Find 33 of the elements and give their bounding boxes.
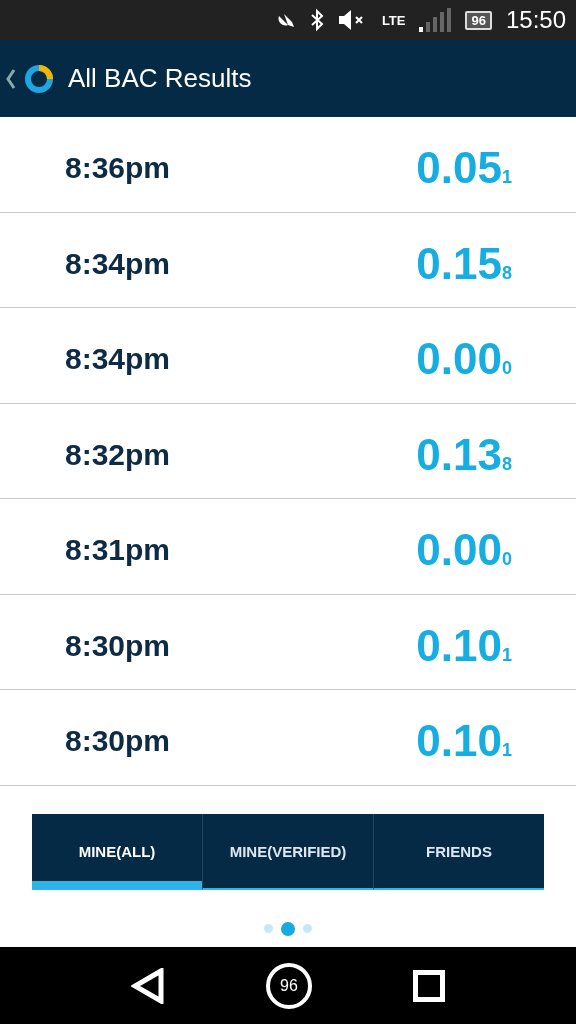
back-icon[interactable] (6, 67, 16, 90)
result-time: 8:31pm (65, 533, 171, 568)
battery-level: 96 (465, 10, 492, 30)
result-time: 8:32pm (65, 437, 171, 472)
network-type: LTE (381, 12, 406, 28)
bac-value: 0.101 (416, 716, 512, 767)
result-time: 8:34pm (65, 342, 171, 377)
clock: 15:50 (505, 6, 566, 34)
result-row[interactable]: 8:30pm 0.101 (0, 690, 576, 786)
bac-value: 0.051 (416, 143, 512, 194)
result-row[interactable]: 8:36pm 0.051 (0, 117, 576, 213)
result-row[interactable]: 8:31pm 0.000 (0, 499, 576, 595)
result-row[interactable]: 8:34pm 0.158 (0, 212, 576, 308)
result-time: 8:30pm (65, 724, 171, 759)
home-button[interactable]: 96 (266, 962, 312, 1009)
logo-icon (24, 63, 54, 94)
result-row[interactable]: 8:30pm 0.101 (0, 594, 576, 690)
recents-icon[interactable] (413, 969, 446, 1002)
filter-tab[interactable]: MINE(VERIFIED) (202, 813, 373, 890)
filter-tab[interactable]: FRIENDS (373, 813, 544, 890)
bac-value: 0.138 (416, 429, 512, 480)
screen-title: All BAC Results (68, 63, 252, 94)
bac-value: 0.000 (416, 334, 512, 385)
signal-icon (419, 8, 452, 32)
bluetooth-icon (309, 9, 324, 31)
bac-value: 0.000 (416, 525, 512, 576)
bac-value: 0.101 (416, 620, 512, 671)
result-row[interactable]: 8:32pm 0.138 (0, 403, 576, 499)
bac-value: 0.158 (416, 238, 512, 289)
result-time: 8:36pm (65, 151, 171, 186)
result-row[interactable]: 8:34pm 0.000 (0, 308, 576, 404)
result-time: 8:30pm (65, 628, 171, 663)
result-time: 8:34pm (65, 246, 171, 281)
